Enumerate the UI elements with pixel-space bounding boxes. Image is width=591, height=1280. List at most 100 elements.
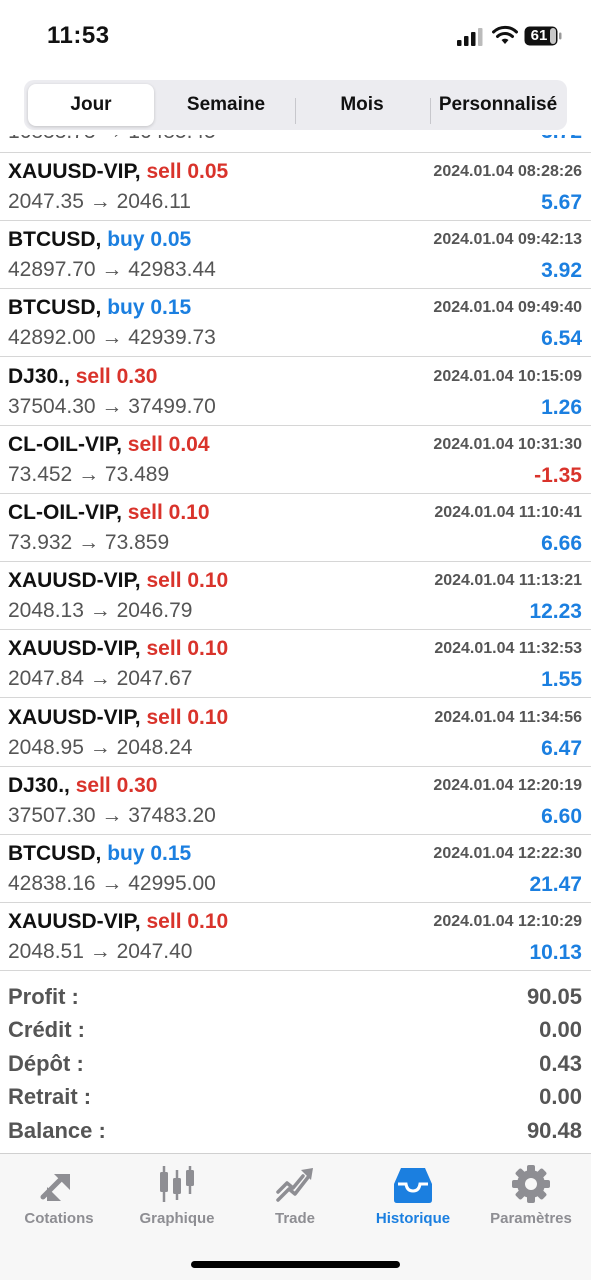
table-row[interactable]: CL-OIL-VIP, sell 0.04 2024.01.04 10:31:30… [0, 426, 591, 494]
table-row[interactable]: BTCUSD, buy 0.05 2024.01.04 09:42:13 42897… [0, 221, 591, 290]
table-row[interactable]: XAUUSD-VIP, sell 0.10 2024.01.04 11:13:21… [0, 562, 591, 631]
tab-parametres[interactable]: Paramètres [472, 1162, 590, 1232]
trade-profit: 3.72 [541, 135, 582, 144]
trade-profit: 3.92 [541, 259, 582, 283]
table-row[interactable]: 16833.73 → 16485.45 3.72 [0, 135, 591, 153]
trade-symbol-name: DJ30., [8, 364, 70, 388]
table-row[interactable]: BTCUSD, buy 0.15 2024.01.04 09:49:40 42892… [0, 289, 591, 358]
period-segmented-control: Jour Semaine Mois Personnalisé [24, 80, 567, 130]
trade-prices: 2048.51 → 2047.40 [8, 940, 193, 964]
trade-datetime: 2024.01.04 12:22:30 [433, 845, 582, 862]
table-row[interactable]: XAUUSD-VIP, sell 0.10 2024.01.04 12:10:29… [0, 903, 591, 972]
tab-personnalise-label: Personnalisé [438, 94, 558, 115]
trade-datetime: 2024.01.04 09:49:40 [433, 299, 582, 317]
trade-symbol: BTCUSD, buy 0.05 [8, 228, 191, 252]
trade-datetime: 2024.01.04 12:10:29 [433, 913, 582, 931]
tab-trade-label: Trade [274, 1210, 316, 1227]
battery-level: 61 [530, 27, 548, 44]
summary-value: 0.43 [539, 1050, 582, 1076]
tab-jour-label: Jour [70, 94, 112, 115]
trade-side: sell 0.10 [146, 705, 229, 729]
gear-icon [512, 1165, 550, 1203]
tab-graphique[interactable]: Graphique [118, 1162, 236, 1232]
summary-label: Retrait : [8, 1084, 92, 1110]
summary-row: Retrait : 0.00 [0, 1080, 591, 1113]
trade-symbol-name: XAUUSD-VIP, [8, 569, 141, 593]
trade-side: buy 0.15 [107, 296, 192, 320]
tab-parametres-label: Paramètres [490, 1210, 572, 1227]
trade-profit: 12.23 [529, 600, 582, 624]
trade-symbol: BTCUSD, buy 0.15 [8, 296, 191, 320]
trade-side: sell 0.30 [75, 773, 158, 797]
trade-prices: 16833.73 → 16485.45 [8, 135, 216, 144]
tab-semaine[interactable]: Semaine [158, 84, 294, 126]
table-row[interactable]: XAUUSD-VIP, sell 0.05 2024.01.04 08:28:26… [0, 153, 591, 221]
summary-row: Profit : 90.05 [0, 980, 591, 1013]
tab-cotations-label: Cotations [24, 1210, 94, 1227]
trade-symbol-name: BTCUSD, [8, 228, 102, 252]
trade-prices: 73.452 → 73.489 [8, 462, 170, 486]
trade-datetime: 2024.01.04 11:32:53 [434, 640, 582, 658]
tab-mois[interactable]: Mois [296, 84, 428, 126]
trade-datetime: 2024.01.04 10:15:09 [433, 367, 582, 385]
tab-historique[interactable]: Historique [354, 1162, 472, 1232]
trade-datetime: 2024.01.04 11:34:56 [434, 708, 582, 726]
summary-row: Dépôt : 0.43 [0, 1047, 591, 1080]
trade-side: sell 0.30 [75, 364, 158, 388]
trade-symbol-name: XAUUSD-VIP, [8, 637, 141, 661]
trade-prices: 42838.16 → 42995.00 [8, 872, 216, 895]
summary-value: 90.05 [526, 984, 582, 1009]
trade-symbol-name: BTCUSD, [8, 842, 102, 865]
summary-value: 0.00 [539, 1017, 582, 1043]
trade-profit: 6.47 [541, 736, 582, 760]
summary-label: Crédit : [8, 1017, 85, 1043]
trade-symbol: XAUUSD-VIP, sell 0.10 [8, 706, 228, 730]
summary-value: 0.00 [539, 1084, 582, 1110]
tab-historique-label: Historique [375, 1210, 451, 1227]
trade-profit: 10.13 [529, 941, 582, 965]
quotes-icon [40, 1174, 70, 1202]
table-row[interactable]: XAUUSD-VIP, sell 0.10 2024.01.04 11:32:53… [0, 630, 591, 699]
trade-symbol-name: XAUUSD-VIP, [8, 160, 141, 183]
trade-profit: 21.47 [529, 873, 582, 896]
trade-profit: 6.66 [541, 532, 582, 555]
trade-symbol-name: XAUUSD-VIP, [8, 705, 141, 729]
table-row[interactable]: XAUUSD-VIP, sell 0.10 2024.01.04 11:34:56… [0, 699, 591, 767]
cellular-signal-icon [457, 28, 483, 46]
status-time: 11:53 [47, 22, 110, 49]
trade-symbol-name: DJ30., [8, 773, 70, 797]
table-row[interactable]: BTCUSD, buy 0.15 2024.01.04 12:22:30 42838… [0, 835, 591, 903]
trade-profit: 6.60 [541, 804, 582, 828]
trade-profit: 1.26 [541, 395, 582, 419]
summary-label: Dépôt : [8, 1050, 84, 1076]
trade-prices: 2048.95 → 2048.24 [8, 735, 193, 759]
bottom-tab-bar: Cotations Graphique Trade Historique Par… [0, 1153, 591, 1280]
trade-datetime: 2024.01.04 08:28:26 [433, 163, 582, 180]
trade-symbol: DJ30., sell 0.30 [8, 774, 157, 798]
trade-symbol: CL-OIL-VIP, sell 0.04 [8, 433, 210, 457]
summary-row: Balance : 90.48 [0, 1114, 591, 1147]
summary-row: Crédit : 0.00 [0, 1013, 591, 1046]
trade-datetime: 2024.01.04 12:20:19 [433, 776, 582, 794]
tab-trade[interactable]: Trade [236, 1162, 354, 1232]
tab-jour[interactable]: Jour [28, 84, 154, 126]
summary-label: Profit : [8, 984, 79, 1009]
trade-prices: 73.932 → 73.859 [8, 531, 170, 554]
trade-symbol: XAUUSD-VIP, sell 0.10 [8, 569, 228, 593]
tab-personnalise[interactable]: Personnalisé [431, 84, 565, 126]
trade-datetime: 2024.01.04 10:31:30 [433, 435, 582, 453]
tab-graphique-label: Graphique [139, 1210, 215, 1227]
trade-prices: 2048.13 → 2046.79 [8, 599, 193, 623]
trade-datetime: 2024.01.04 09:42:13 [433, 231, 582, 249]
trade-prices: 37504.30 → 37499.70 [8, 394, 216, 418]
trade-prices: 37507.30 → 37483.20 [8, 803, 216, 827]
table-row[interactable]: DJ30., sell 0.30 2024.01.04 10:15:09 37504… [0, 358, 591, 426]
summary-label: Balance : [8, 1117, 106, 1143]
trade-symbol: DJ30., sell 0.30 [8, 365, 157, 389]
table-row[interactable]: DJ30., sell 0.30 2024.01.04 12:20:19 37507… [0, 767, 591, 835]
trade-datetime: 2024.01.04 11:13:21 [434, 572, 582, 590]
trade-icon [276, 1168, 313, 1202]
trade-symbol: CL-OIL-VIP, sell 0.10 [8, 501, 210, 525]
table-row[interactable]: CL-OIL-VIP, sell 0.10 2024.01.04 11:10:41… [0, 494, 591, 562]
tab-cotations[interactable]: Cotations [0, 1162, 118, 1232]
